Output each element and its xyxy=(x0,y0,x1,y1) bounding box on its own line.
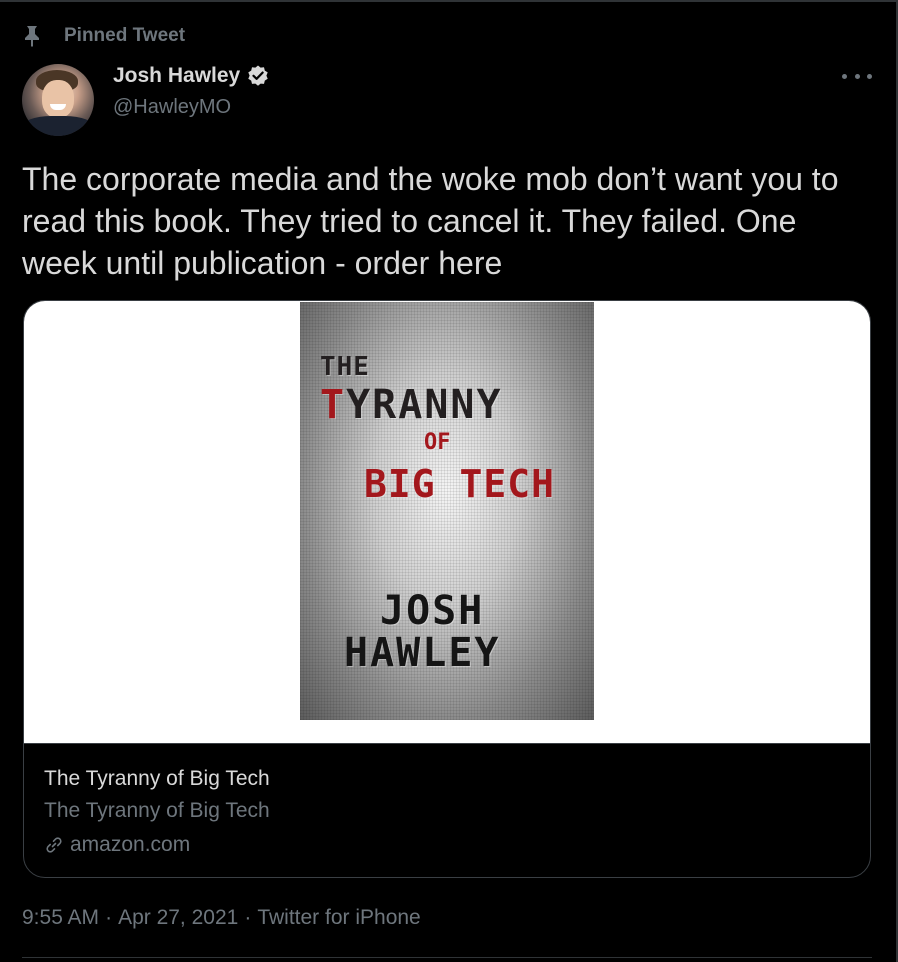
cover-tyranny: TYRANNY xyxy=(320,382,503,428)
tweet-container: Pinned Tweet Josh Hawley @HawleyMO The c… xyxy=(0,0,898,962)
tweet-time[interactable]: 9:55 AM xyxy=(22,906,99,929)
pinned-text: Pinned Tweet xyxy=(64,25,186,46)
card-image[interactable]: THE TYRANNY OF BIG TECH JOSH HAWLEY xyxy=(24,301,870,744)
card-domain[interactable]: amazon.com xyxy=(44,833,190,857)
cover-of: OF xyxy=(424,430,451,455)
more-options-button[interactable] xyxy=(842,66,872,86)
more-dot-icon xyxy=(842,73,847,79)
author-name-row[interactable]: Josh Hawley xyxy=(113,64,270,88)
divider xyxy=(22,957,872,958)
card-domain-text[interactable]: amazon.com xyxy=(70,833,190,857)
cover-big-tech: BIG TECH xyxy=(364,462,556,506)
meta-separator: · xyxy=(244,906,252,929)
link-card[interactable]: THE TYRANNY OF BIG TECH JOSH HAWLEY The … xyxy=(23,300,871,878)
tweet-source[interactable]: Twitter for iPhone xyxy=(257,906,420,929)
pin-icon xyxy=(25,26,39,47)
card-title[interactable]: The Tyranny of Big Tech xyxy=(44,767,270,791)
more-dot-icon xyxy=(854,73,860,79)
author-name[interactable]: Josh Hawley xyxy=(113,64,240,88)
verified-badge-icon xyxy=(248,65,268,86)
link-icon xyxy=(46,837,62,853)
meta-separator: · xyxy=(105,906,113,929)
tweet-date[interactable]: Apr 27, 2021 xyxy=(118,906,238,929)
tweet-meta: 9:55 AM · Apr 27, 2021 · Twitter for iPhone xyxy=(22,906,421,930)
cover-the: THE xyxy=(320,352,370,382)
more-dot-icon xyxy=(867,73,872,79)
card-description: The Tyranny of Big Tech xyxy=(44,799,270,822)
author-handle[interactable]: @HawleyMO xyxy=(113,96,231,119)
tweet-text: The corporate media and the woke mob don… xyxy=(22,161,839,281)
cover-author-last: HAWLEY xyxy=(344,630,501,676)
book-cover: THE TYRANNY OF BIG TECH JOSH HAWLEY xyxy=(300,302,594,720)
cover-author-first: JOSH xyxy=(380,588,485,634)
pinned-tweet-label: Pinned Tweet xyxy=(22,22,185,50)
avatar[interactable] xyxy=(22,64,94,136)
